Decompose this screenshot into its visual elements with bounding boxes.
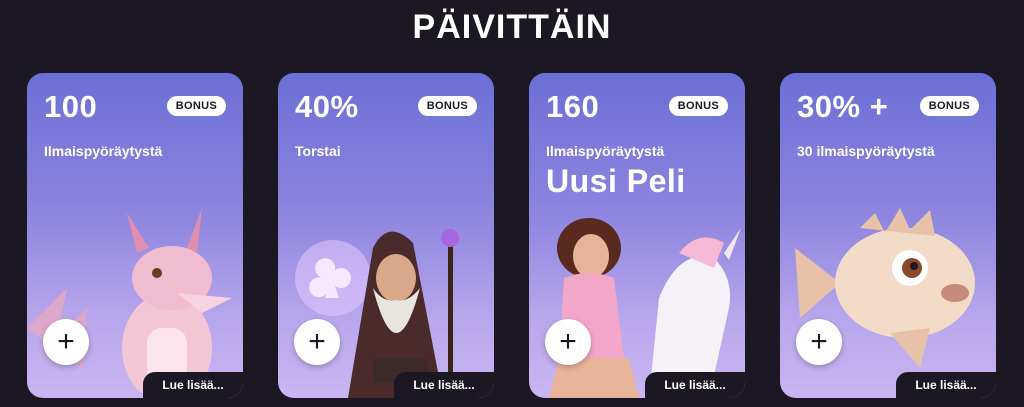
read-more-link[interactable]: Lue lisää... xyxy=(394,372,494,398)
bonus-badge: BONUS xyxy=(166,96,226,116)
card-subtitle: Ilmaispyöräytystä xyxy=(44,143,163,159)
card-value: 100 xyxy=(44,89,98,124)
bonus-badge: BONUS xyxy=(919,96,979,116)
rider-with-unicorn-icon xyxy=(549,218,741,398)
read-more-link[interactable]: Lue lisää... xyxy=(645,372,745,398)
card-subtitle: Torstai xyxy=(295,143,341,159)
promo-card-1[interactable]: 100 BONUS Ilmaispyöräytystä + Lue lisää.… xyxy=(27,73,243,398)
card-subtitle: 30 ilmaispyöräytystä xyxy=(797,143,935,159)
card-value: 160 xyxy=(546,89,600,124)
card-value: 40% xyxy=(295,89,359,124)
promo-card-3[interactable]: 160 BONUS Ilmaispyöräytystä Uusi Peli + … xyxy=(529,73,745,398)
add-button[interactable]: + xyxy=(43,319,89,365)
card-subtitle: Ilmaispyöräytystä xyxy=(546,143,665,159)
bonus-badge: BONUS xyxy=(417,96,477,116)
pufferfish-icon xyxy=(795,208,975,368)
read-more-link[interactable]: Lue lisää... xyxy=(143,372,243,398)
promo-card-2[interactable]: 40% BONUS Torstai + Lue lisää... xyxy=(278,73,494,398)
wizard-icon xyxy=(295,229,459,398)
bonus-badge: BONUS xyxy=(668,96,728,116)
add-button[interactable]: + xyxy=(796,319,842,365)
pink-dragon-icon xyxy=(27,208,232,398)
section-title: PÄIVITTÄIN xyxy=(412,8,612,46)
card-value: 30% + xyxy=(797,89,889,124)
add-button[interactable]: + xyxy=(294,319,340,365)
promo-card-4[interactable]: 30% + BONUS 30 ilmaispyöräytystä + Lue l… xyxy=(780,73,996,398)
read-more-link[interactable]: Lue lisää... xyxy=(896,372,996,398)
card-headline: Uusi Peli xyxy=(546,163,686,199)
add-button[interactable]: + xyxy=(545,319,591,365)
